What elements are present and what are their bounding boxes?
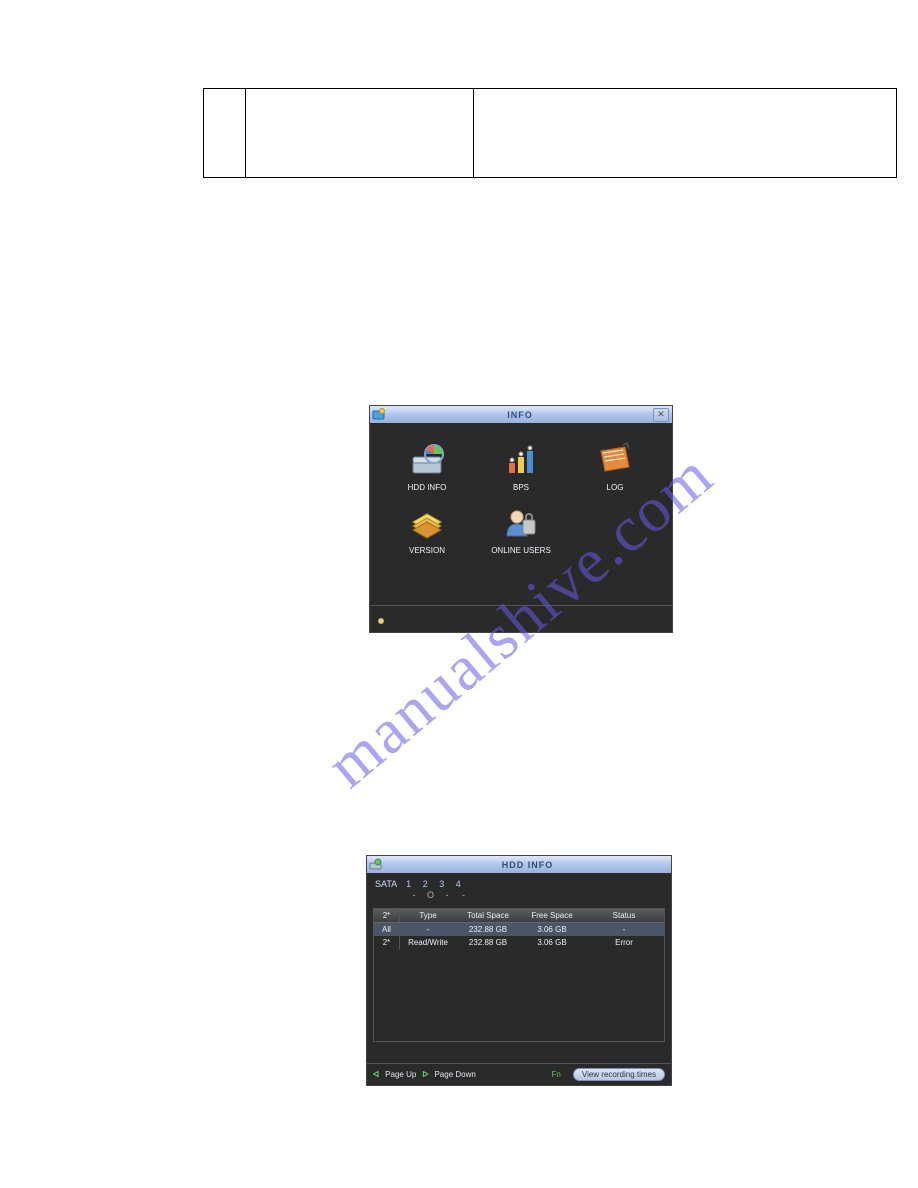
info-window: INFO ✕ HDD INFO xyxy=(369,405,673,633)
cell-type: - xyxy=(400,923,456,936)
table-row[interactable]: All - 232.88 GB 3.06 GB - xyxy=(374,923,664,936)
page-up-button[interactable]: Page Up xyxy=(385,1070,416,1079)
cell-free: 3.06 GB xyxy=(520,936,584,949)
menu-item-bps[interactable]: BPS xyxy=(474,441,568,492)
cell-status: - xyxy=(584,923,664,936)
hdd-title-icon xyxy=(367,856,384,873)
col-header-free: Free Space xyxy=(520,909,584,922)
menu-label: HDD INFO xyxy=(408,483,447,492)
col-header-index: 2* xyxy=(374,909,400,922)
menu-item-hdd-info[interactable]: HDD INFO xyxy=(380,441,474,492)
hdd-table: 2* Type Total Space Free Space Status Al… xyxy=(373,908,665,1042)
menu-label: LOG xyxy=(607,483,624,492)
col-header-type: Type xyxy=(400,909,456,922)
page-up-icon: ᐊ xyxy=(373,1070,379,1079)
col-header-status: Status xyxy=(584,909,664,922)
table-row[interactable]: 2* Read/Write 232.88 GB 3.06 GB Error xyxy=(374,936,664,949)
hdd-titlebar: HDD INFO xyxy=(367,856,671,873)
sata-port: 3 xyxy=(435,879,449,889)
info-title: INFO xyxy=(387,410,653,420)
page-down-icon: ᐅ xyxy=(422,1070,428,1079)
info-title-icon xyxy=(370,406,387,423)
tip-icon xyxy=(378,618,384,624)
sata-status-row: - O - - xyxy=(367,889,671,906)
info-close-button[interactable]: ✕ xyxy=(653,408,669,422)
info-titlebar: INFO ✕ xyxy=(370,406,672,423)
hdd-footer: ᐊ Page Up ᐅ Page Down Fn View recording … xyxy=(367,1063,671,1085)
log-icon xyxy=(595,441,635,479)
view-recording-times-button[interactable]: View recording times xyxy=(573,1068,665,1081)
close-icon: ✕ xyxy=(657,409,665,420)
document-table xyxy=(203,88,897,178)
sata-status: - xyxy=(440,890,454,900)
sata-port: 4 xyxy=(451,879,465,889)
cell-total: 232.88 GB xyxy=(456,936,520,949)
sata-ports-row: SATA 1 2 3 4 xyxy=(367,873,671,889)
page-down-button[interactable]: Page Down xyxy=(434,1070,475,1079)
page-area: manualshive.com INFO ✕ xyxy=(60,10,860,1150)
menu-label: BPS xyxy=(513,483,529,492)
menu-label: VERSION xyxy=(409,546,445,555)
hdd-info-window: HDD INFO SATA 1 2 3 4 - O - - 2* Type To… xyxy=(366,855,672,1086)
hdd-info-icon xyxy=(407,441,447,479)
hdd-title: HDD INFO xyxy=(384,860,671,870)
cell-free: 3.06 GB xyxy=(520,923,584,936)
fn-label: Fn xyxy=(552,1070,561,1079)
bps-icon xyxy=(501,441,541,479)
menu-item-online-users[interactable]: ONLINE USERS xyxy=(474,504,568,555)
menu-label: ONLINE USERS xyxy=(491,546,551,555)
sata-label: SATA xyxy=(375,879,397,889)
cell-index: All xyxy=(374,923,400,936)
sata-status: O xyxy=(424,890,438,900)
sata-port: 2 xyxy=(418,879,432,889)
version-icon xyxy=(407,504,447,542)
cell-status: Error xyxy=(584,936,664,949)
hdd-table-header: 2* Type Total Space Free Space Status xyxy=(374,909,664,923)
sata-status: - xyxy=(407,890,421,900)
col-header-total: Total Space xyxy=(456,909,520,922)
sata-port: 1 xyxy=(402,879,416,889)
info-icon-grid: HDD INFO BPS xyxy=(370,423,672,567)
menu-item-log[interactable]: LOG xyxy=(568,441,662,492)
menu-item-version[interactable]: VERSION xyxy=(380,504,474,555)
cell-type: Read/Write xyxy=(400,936,456,949)
cell-total: 232.88 GB xyxy=(456,923,520,936)
divider xyxy=(370,605,672,606)
cell-index: 2* xyxy=(374,936,400,949)
online-users-icon xyxy=(501,504,541,542)
sata-status: - xyxy=(457,890,471,900)
